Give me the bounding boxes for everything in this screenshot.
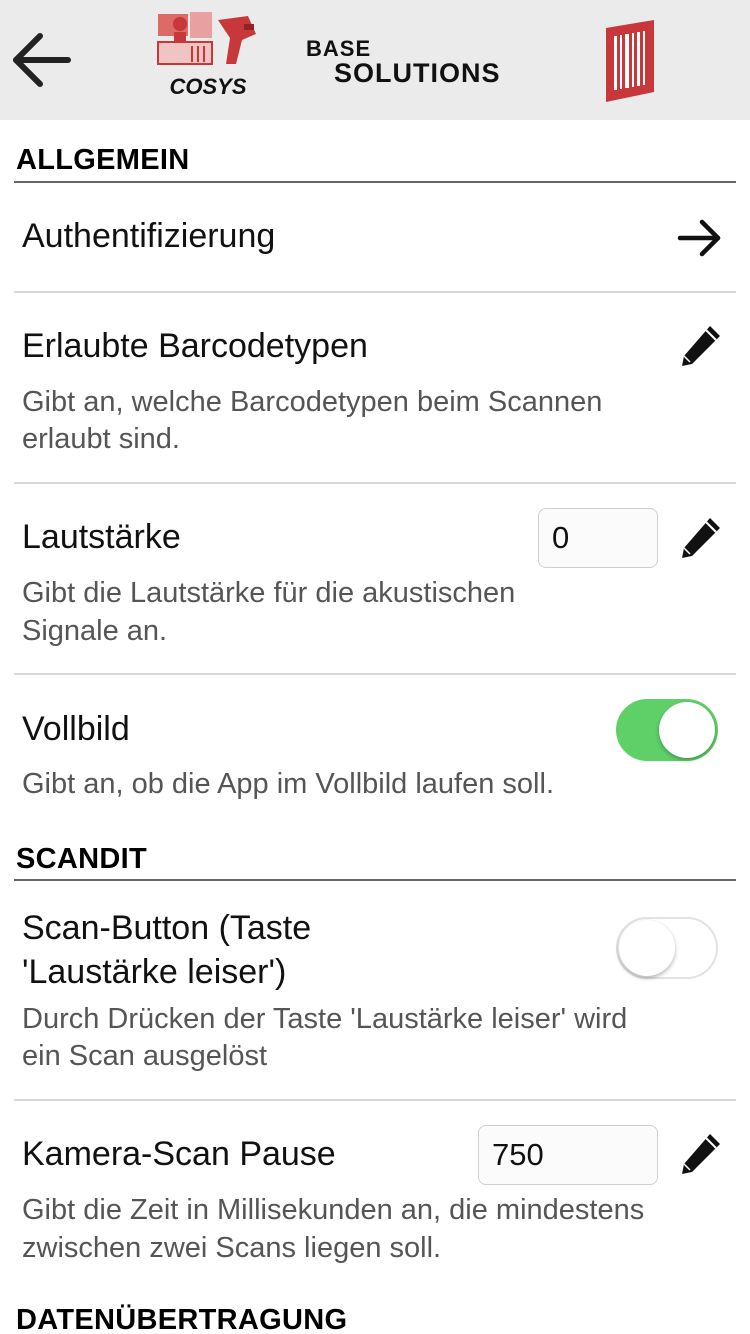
barcodetypen-description-line2: erlaubt sind. (22, 423, 180, 455)
barcodetypen-label: Erlaubte Barcodetypen (22, 327, 368, 365)
base-logo-line2: SOLUTIONS (334, 58, 501, 88)
row-divider (14, 673, 736, 675)
vollbild-label: Vollbild (22, 710, 130, 748)
section-divider (14, 181, 736, 183)
section-title-datenuebertragung: DATENÜBERTRAGUNG (16, 1304, 348, 1334)
back-arrow-icon[interactable] (8, 24, 76, 96)
kamera-pause-input[interactable]: 750 (478, 1125, 658, 1185)
toggle-knob (619, 920, 675, 976)
scan-button-label-line1: Scan-Button (Taste (22, 909, 312, 947)
kamera-pause-description-line2: zwischen zwei Scans liegen soll. (22, 1232, 442, 1264)
lautstaerke-description-line2: Signale an. (22, 615, 168, 647)
barcode-logo-icon (606, 20, 654, 102)
kamera-pause-label: Kamera-Scan Pause (22, 1135, 336, 1173)
section-title-scandit: SCANDIT (16, 843, 147, 875)
vollbild-description: Gibt an, ob die App im Vollbild laufen s… (22, 768, 554, 800)
pencil-icon[interactable] (676, 1130, 724, 1178)
kamera-pause-description-line1: Gibt die Zeit in Millisekunden an, die m… (22, 1194, 645, 1226)
section-divider (14, 879, 736, 881)
section-title-allgemein: ALLGEMEIN (16, 144, 190, 176)
scan-button-description-line2: ein Scan ausgelöst (22, 1040, 268, 1072)
authentifizierung-label: Authentifizierung (22, 217, 276, 255)
scan-button-toggle[interactable] (616, 917, 718, 979)
lautstaerke-description-line1: Gibt die Lautstärke für die akustischen (22, 577, 516, 609)
vollbild-toggle[interactable] (616, 699, 718, 761)
scan-button-description-line1: Durch Drücken der Taste 'Laustärke leise… (22, 1003, 628, 1035)
cosys-logo: COSYS (157, 12, 256, 99)
lautstaerke-input[interactable]: 0 (538, 508, 658, 568)
cosys-logo-text: COSYS (169, 74, 246, 99)
row-divider (14, 291, 736, 293)
row-divider (14, 1099, 736, 1101)
pencil-icon[interactable] (676, 514, 724, 562)
toggle-knob (659, 702, 715, 758)
lautstaerke-label: Lautstärke (22, 518, 181, 556)
scan-button-label-line2: 'Laustärke leiser') (22, 953, 287, 991)
base-solutions-logo: BASE SOLUTIONS (306, 36, 501, 88)
arrow-right-icon[interactable] (676, 216, 724, 260)
row-divider (14, 482, 736, 484)
barcodetypen-description-line1: Gibt an, welche Barcodetypen beim Scanne… (22, 386, 603, 418)
app-header: COSYS BASE SOLUTIONS (0, 0, 750, 120)
pencil-icon[interactable] (676, 322, 724, 370)
